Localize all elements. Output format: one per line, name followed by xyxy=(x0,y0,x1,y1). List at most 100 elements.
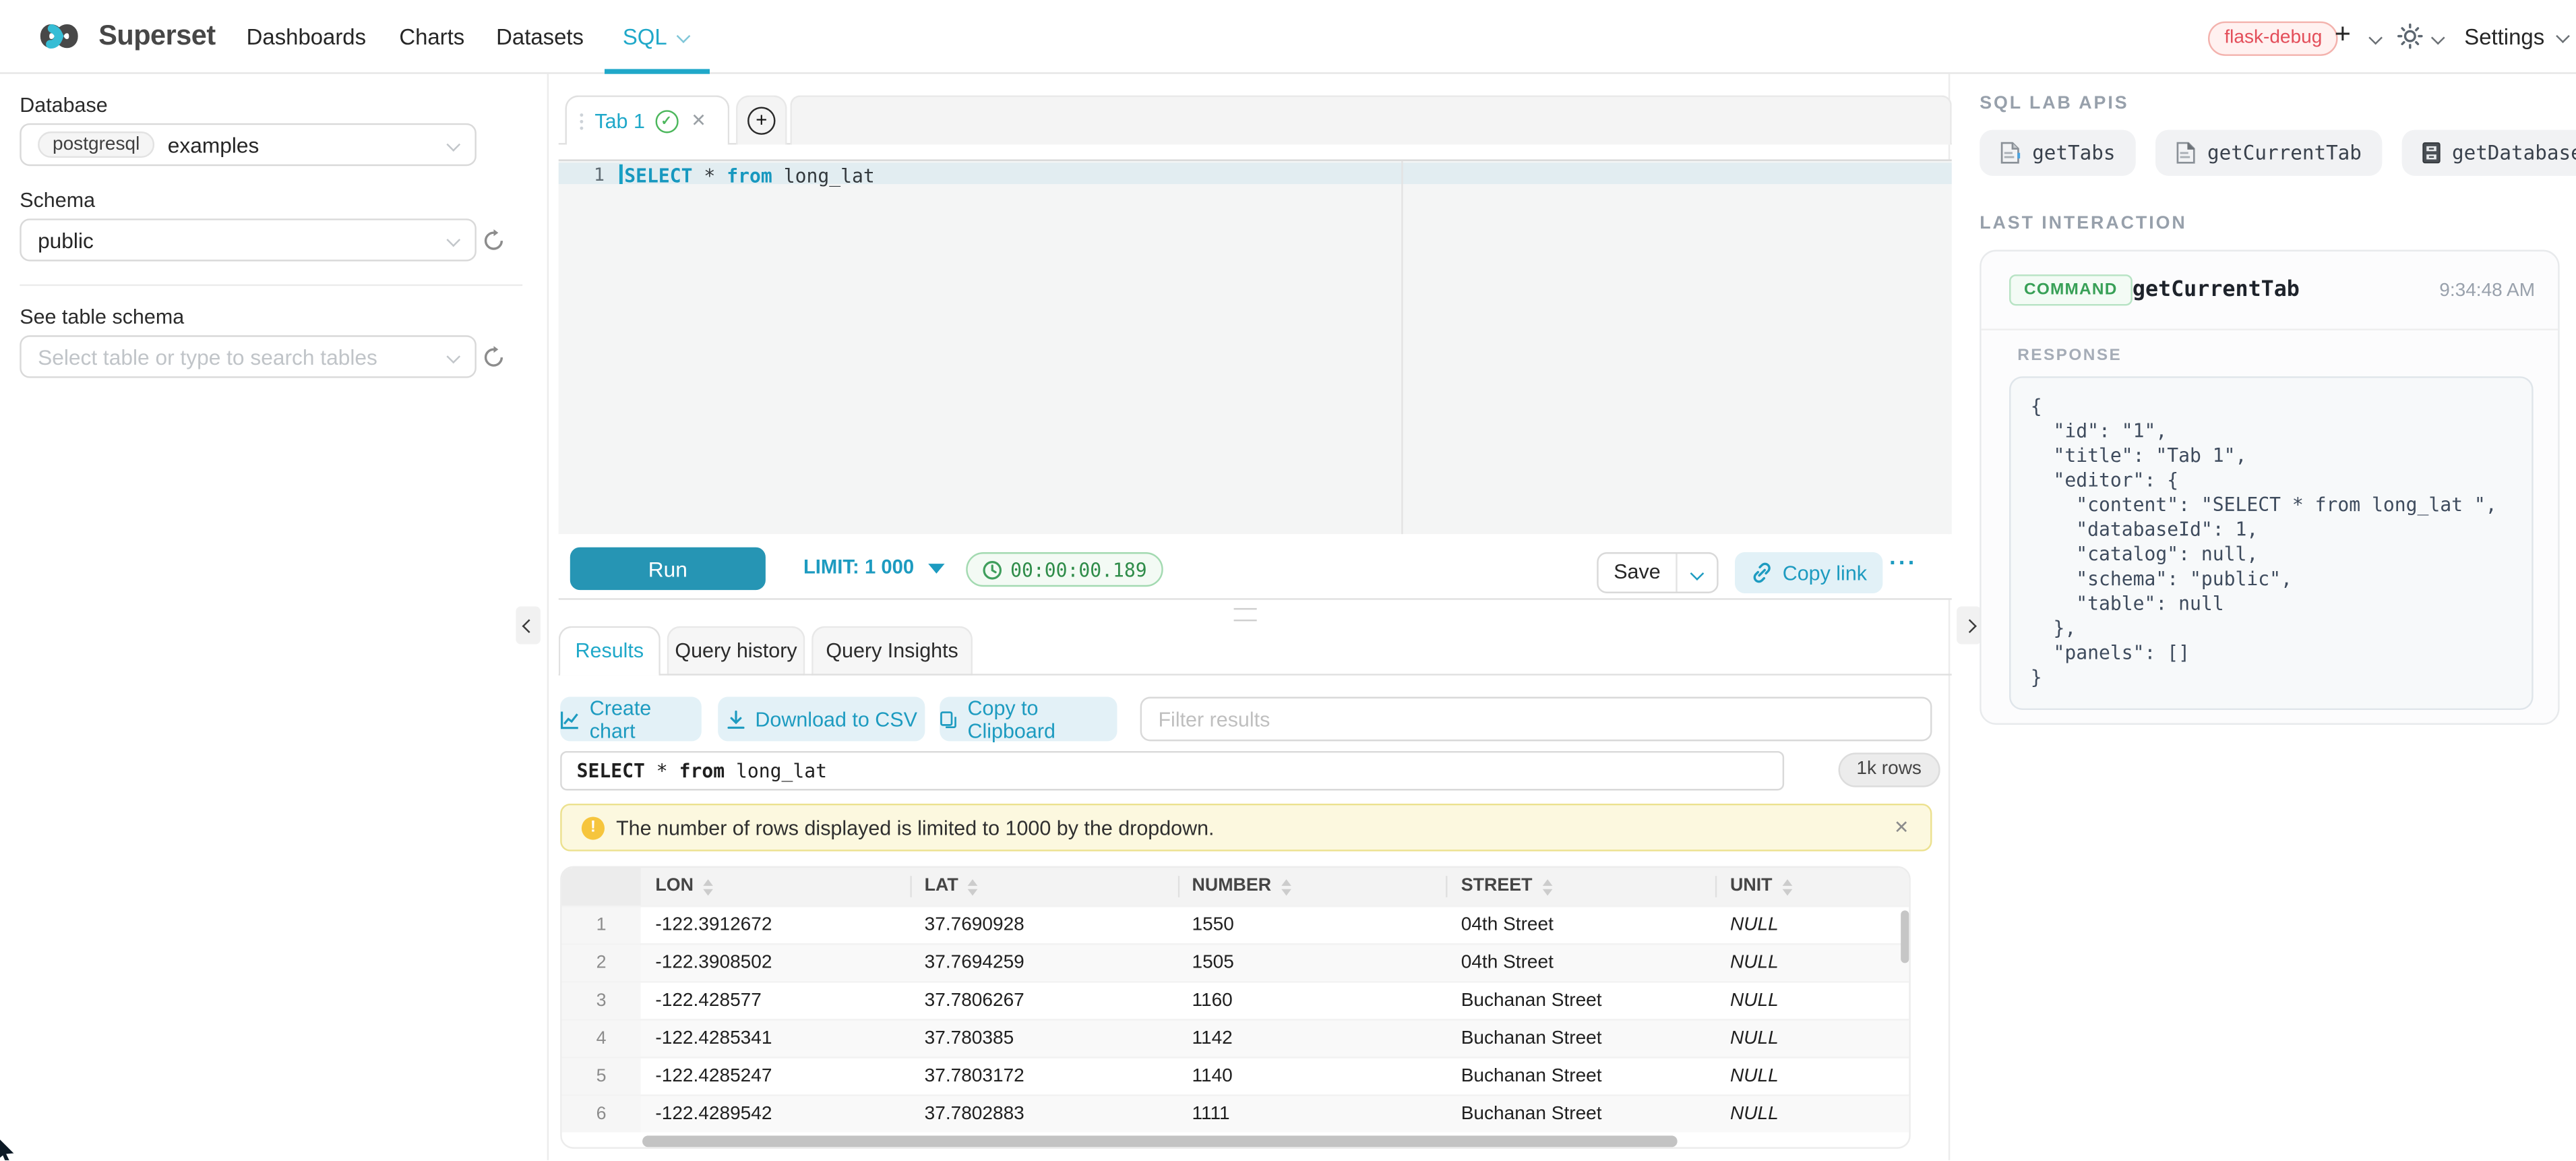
run-query-button[interactable]: Run xyxy=(570,547,766,590)
column-resize-handle[interactable] xyxy=(1715,876,1717,897)
tab-query-insights[interactable]: Query Insights xyxy=(811,626,973,676)
column-header-lon[interactable]: LON xyxy=(640,868,909,905)
refresh-schema-icon[interactable] xyxy=(481,229,506,254)
editor-tab-title: Tab 1 xyxy=(594,109,645,132)
create-chart-button[interactable]: Create chart xyxy=(560,697,702,742)
expand-right-panel-button[interactable] xyxy=(1957,606,1982,644)
chevron-down-icon xyxy=(2555,29,2569,43)
refresh-tables-icon[interactable] xyxy=(481,345,506,370)
clock-icon xyxy=(983,560,1002,579)
new-tab-button[interactable]: + xyxy=(736,95,787,144)
chevron-down-icon xyxy=(446,350,460,364)
card-divider xyxy=(1982,329,2558,330)
column-resize-handle[interactable] xyxy=(910,876,911,897)
row-index: 3 xyxy=(562,983,641,1019)
cell-street: 04th Street xyxy=(1446,945,1715,982)
sql-code-line: SELECT * from long_lat xyxy=(624,165,874,187)
database-type-tag: postgresql xyxy=(38,131,154,158)
table-select[interactable]: Select table or type to search tables xyxy=(20,335,477,378)
cell-number: 1550 xyxy=(1177,907,1446,944)
sort-icon[interactable] xyxy=(1281,879,1291,895)
nav-item-datasets[interactable]: Datasets xyxy=(496,25,584,50)
nav-item-dashboards[interactable]: Dashboards xyxy=(247,25,366,50)
sort-icon[interactable] xyxy=(1542,879,1552,895)
save-button[interactable]: Save xyxy=(1599,554,1678,591)
row-index: 6 xyxy=(562,1096,641,1133)
text-cursor xyxy=(619,165,622,184)
schema-select[interactable]: public xyxy=(20,218,477,261)
column-header-lat[interactable]: LAT xyxy=(910,868,1177,905)
cell-unit: NULL xyxy=(1715,1096,1909,1133)
cell-number: 1160 xyxy=(1177,983,1446,1019)
close-warning-icon[interactable]: ✕ xyxy=(1894,816,1909,838)
get-databases-button[interactable]: getDatabases xyxy=(2401,130,2576,176)
copy-clipboard-button[interactable]: Copy to Clipboard xyxy=(940,697,1117,742)
table-row[interactable]: 5 -122.4285247 37.7803172 1140 Buchanan … xyxy=(562,1056,1909,1094)
warning-message: The number of rows displayed is limited … xyxy=(616,816,1214,839)
cell-street: Buchanan Street xyxy=(1446,983,1715,1019)
sort-icon[interactable] xyxy=(704,879,714,895)
sort-icon[interactable] xyxy=(1782,879,1792,895)
row-index-header xyxy=(562,868,641,905)
settings-menu[interactable]: Settings xyxy=(2464,25,2567,50)
column-header-unit[interactable]: UNIT xyxy=(1715,868,1909,905)
line-number: 1 xyxy=(559,165,605,186)
editor-tab-1[interactable]: Tab 1 ✓ ✕ xyxy=(565,95,730,144)
mouse-cursor xyxy=(0,1135,22,1160)
chevron-down-icon[interactable] xyxy=(2431,31,2445,45)
api-panel-title: SQL LAB APIS xyxy=(1980,94,2128,113)
tab-results[interactable]: Results xyxy=(559,626,661,676)
tabbar-empty-area xyxy=(790,95,1951,144)
close-tab-icon[interactable]: ✕ xyxy=(691,110,706,131)
response-json: { "id": "1", "title": "Tab 1", "editor":… xyxy=(2009,376,2534,710)
vertical-scrollbar[interactable] xyxy=(1901,910,1909,963)
column-header-number[interactable]: NUMBER xyxy=(1177,868,1446,905)
active-nav-underline xyxy=(605,69,710,73)
sql-code-editor[interactable]: 1 SELECT * from long_lat xyxy=(559,159,1952,534)
save-query-split-button[interactable]: Save xyxy=(1597,552,1718,593)
column-header-street[interactable]: STREET xyxy=(1446,868,1715,905)
document-icon xyxy=(2174,142,2196,165)
copy-link-button[interactable]: Copy link xyxy=(1735,552,1883,593)
column-resize-handle[interactable] xyxy=(1177,876,1179,897)
sort-icon[interactable] xyxy=(968,879,978,895)
chevron-down-icon[interactable] xyxy=(2368,31,2383,45)
get-current-tab-button[interactable]: getCurrentTab xyxy=(2155,130,2381,176)
row-limit-dropdown[interactable]: LIMIT: 1 000 xyxy=(803,556,946,578)
get-tabs-button[interactable]: getTabs xyxy=(1980,130,2135,176)
pane-resize-handle[interactable] xyxy=(1234,608,1257,622)
results-table: LON LAT NUMBER STREET UNIT 1 -122.391267… xyxy=(560,866,1911,1149)
horizontal-scrollbar[interactable] xyxy=(642,1135,1678,1147)
drag-handle-icon[interactable] xyxy=(580,113,583,116)
cell-lon: -122.4285247 xyxy=(640,1059,909,1095)
row-count-badge: 1k rows xyxy=(1839,752,1940,787)
cell-street: Buchanan Street xyxy=(1446,1096,1715,1133)
brand-title[interactable]: Superset xyxy=(98,20,215,53)
new-item-button[interactable]: + xyxy=(2335,18,2351,51)
collapse-left-panel-button[interactable] xyxy=(516,606,541,644)
theme-sun-icon[interactable] xyxy=(2397,23,2423,49)
save-options-button[interactable] xyxy=(1678,554,1717,591)
filter-results-input[interactable] xyxy=(1140,697,1932,742)
database-select[interactable]: postgresql examples xyxy=(20,123,477,166)
active-tab-border-cover xyxy=(560,674,658,675)
cell-lat: 37.7802883 xyxy=(910,1096,1177,1133)
table-row[interactable]: 2 -122.3908502 37.7694259 1505 04th Stre… xyxy=(562,943,1909,981)
cell-unit: NULL xyxy=(1715,1059,1909,1095)
cell-lon: -122.4289542 xyxy=(640,1096,909,1133)
nav-item-sql[interactable]: SQL xyxy=(623,25,689,50)
response-label: RESPONSE xyxy=(2017,347,2122,365)
table-row[interactable]: 3 -122.428577 37.7806267 1160 Buchanan S… xyxy=(562,981,1909,1019)
last-interaction-title: LAST INTERACTION xyxy=(1980,214,2186,233)
link-icon xyxy=(1751,562,1773,584)
more-actions-button[interactable]: ··· xyxy=(1889,549,1917,575)
table-row[interactable]: 1 -122.3912672 37.7690928 1550 04th Stre… xyxy=(562,905,1909,943)
print-margin-line xyxy=(1401,161,1403,536)
table-row[interactable]: 6 -122.4289542 37.7802883 1111 Buchanan … xyxy=(562,1094,1909,1132)
column-resize-handle[interactable] xyxy=(1446,876,1448,897)
table-row[interactable]: 4 -122.4285341 37.780385 1142 Buchanan S… xyxy=(562,1019,1909,1056)
download-csv-button[interactable]: Download to CSV xyxy=(718,697,925,742)
last-interaction-card: COMMAND getCurrentTab 9:34:48 AM RESPONS… xyxy=(1980,250,2559,725)
nav-item-charts[interactable]: Charts xyxy=(399,25,464,50)
tab-query-history[interactable]: Query history xyxy=(667,626,805,676)
